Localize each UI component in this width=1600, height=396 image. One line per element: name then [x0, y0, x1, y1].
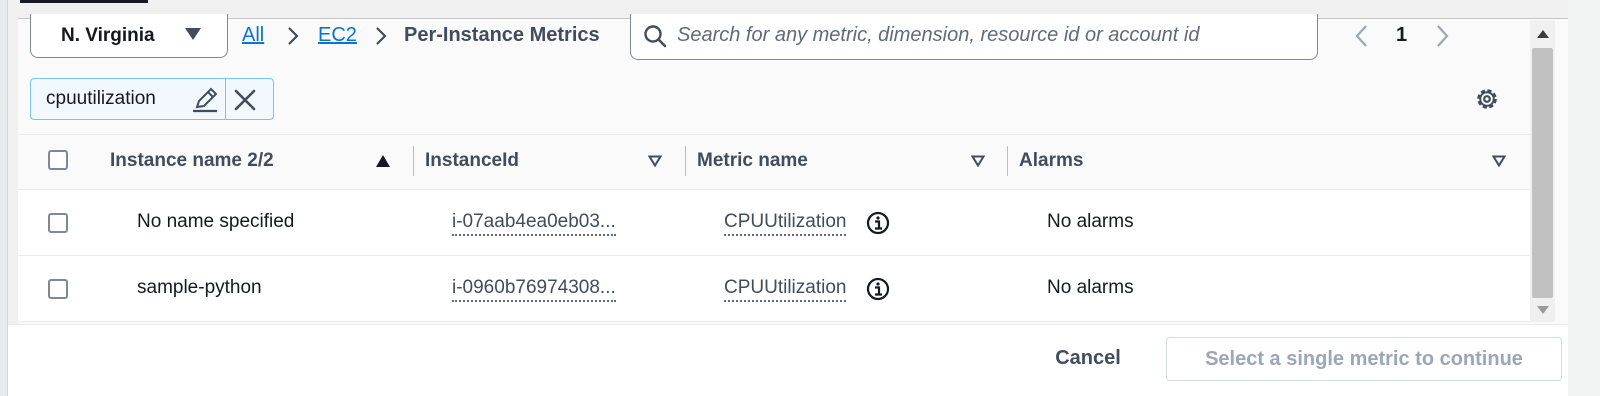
page-backdrop-right	[1568, 0, 1600, 396]
column-header-instance-id[interactable]: InstanceId	[425, 150, 519, 172]
cancel-button[interactable]: Cancel	[1040, 340, 1136, 376]
instance-id-link[interactable]: i-07aab4ea0eb03...	[452, 211, 616, 236]
metric-name-link[interactable]: CPUUtilization	[724, 277, 847, 302]
next-page-icon[interactable]	[1436, 24, 1450, 48]
instance-name-cell: No name specified	[137, 211, 295, 232]
scroll-down-arrow-icon[interactable]	[1537, 306, 1549, 314]
breadcrumb-ec2-link[interactable]: EC2	[318, 24, 357, 47]
sort-caret-icon[interactable]	[648, 155, 662, 167]
instance-id-link[interactable]: i-0960b76974308...	[452, 277, 616, 302]
row-checkbox[interactable]	[48, 213, 68, 233]
chevron-right-icon	[376, 27, 387, 45]
search-input[interactable]	[677, 20, 1307, 50]
alarms-cell: No alarms	[1047, 211, 1134, 232]
select-all-checkbox[interactable]	[48, 150, 68, 170]
page-backdrop-left	[0, 0, 8, 396]
close-icon[interactable]	[233, 88, 257, 112]
current-page-number[interactable]: 1	[1396, 24, 1407, 47]
sort-caret-icon[interactable]	[1492, 155, 1506, 167]
filter-token-divider	[225, 79, 226, 119]
region-label: N. Virginia	[61, 24, 155, 46]
column-divider[interactable]	[1007, 146, 1008, 176]
metric-search[interactable]	[630, 14, 1318, 60]
edit-pencil-icon[interactable]	[191, 87, 219, 113]
alarms-cell: No alarms	[1047, 277, 1134, 298]
column-divider[interactable]	[413, 146, 414, 176]
column-header-instance-name[interactable]: Instance name 2/2	[110, 150, 274, 172]
column-divider[interactable]	[685, 146, 686, 176]
info-icon[interactable]	[866, 277, 890, 301]
breadcrumb-all-link[interactable]: All	[242, 24, 264, 47]
row-checkbox[interactable]	[48, 279, 68, 299]
previous-page-icon[interactable]	[1354, 24, 1368, 48]
sort-caret-icon[interactable]	[971, 155, 985, 167]
filter-token-label: cpuutilization	[46, 88, 156, 109]
metric-name-link[interactable]: CPUUtilization	[724, 211, 847, 236]
search-icon	[644, 25, 667, 48]
scrollbar-thumb[interactable]	[1532, 48, 1553, 298]
column-header-metric-name[interactable]: Metric name	[697, 150, 808, 172]
filter-token: cpuutilization	[30, 78, 274, 120]
gear-icon[interactable]	[1474, 86, 1500, 112]
info-icon[interactable]	[866, 211, 890, 235]
breadcrumb-current: Per-Instance Metrics	[404, 24, 600, 46]
scroll-up-arrow-icon[interactable]	[1537, 30, 1549, 38]
caret-down-icon	[185, 28, 201, 40]
instance-name-cell: sample-python	[137, 277, 262, 298]
chevron-right-icon	[288, 27, 299, 45]
column-header-alarms[interactable]: Alarms	[1019, 150, 1083, 172]
continue-button[interactable]: Select a single metric to continue	[1166, 337, 1562, 381]
sort-ascending-icon[interactable]	[376, 155, 390, 167]
page-tab-indicator	[20, 0, 148, 3]
region-dropdown[interactable]: N. Virginia	[30, 14, 228, 58]
